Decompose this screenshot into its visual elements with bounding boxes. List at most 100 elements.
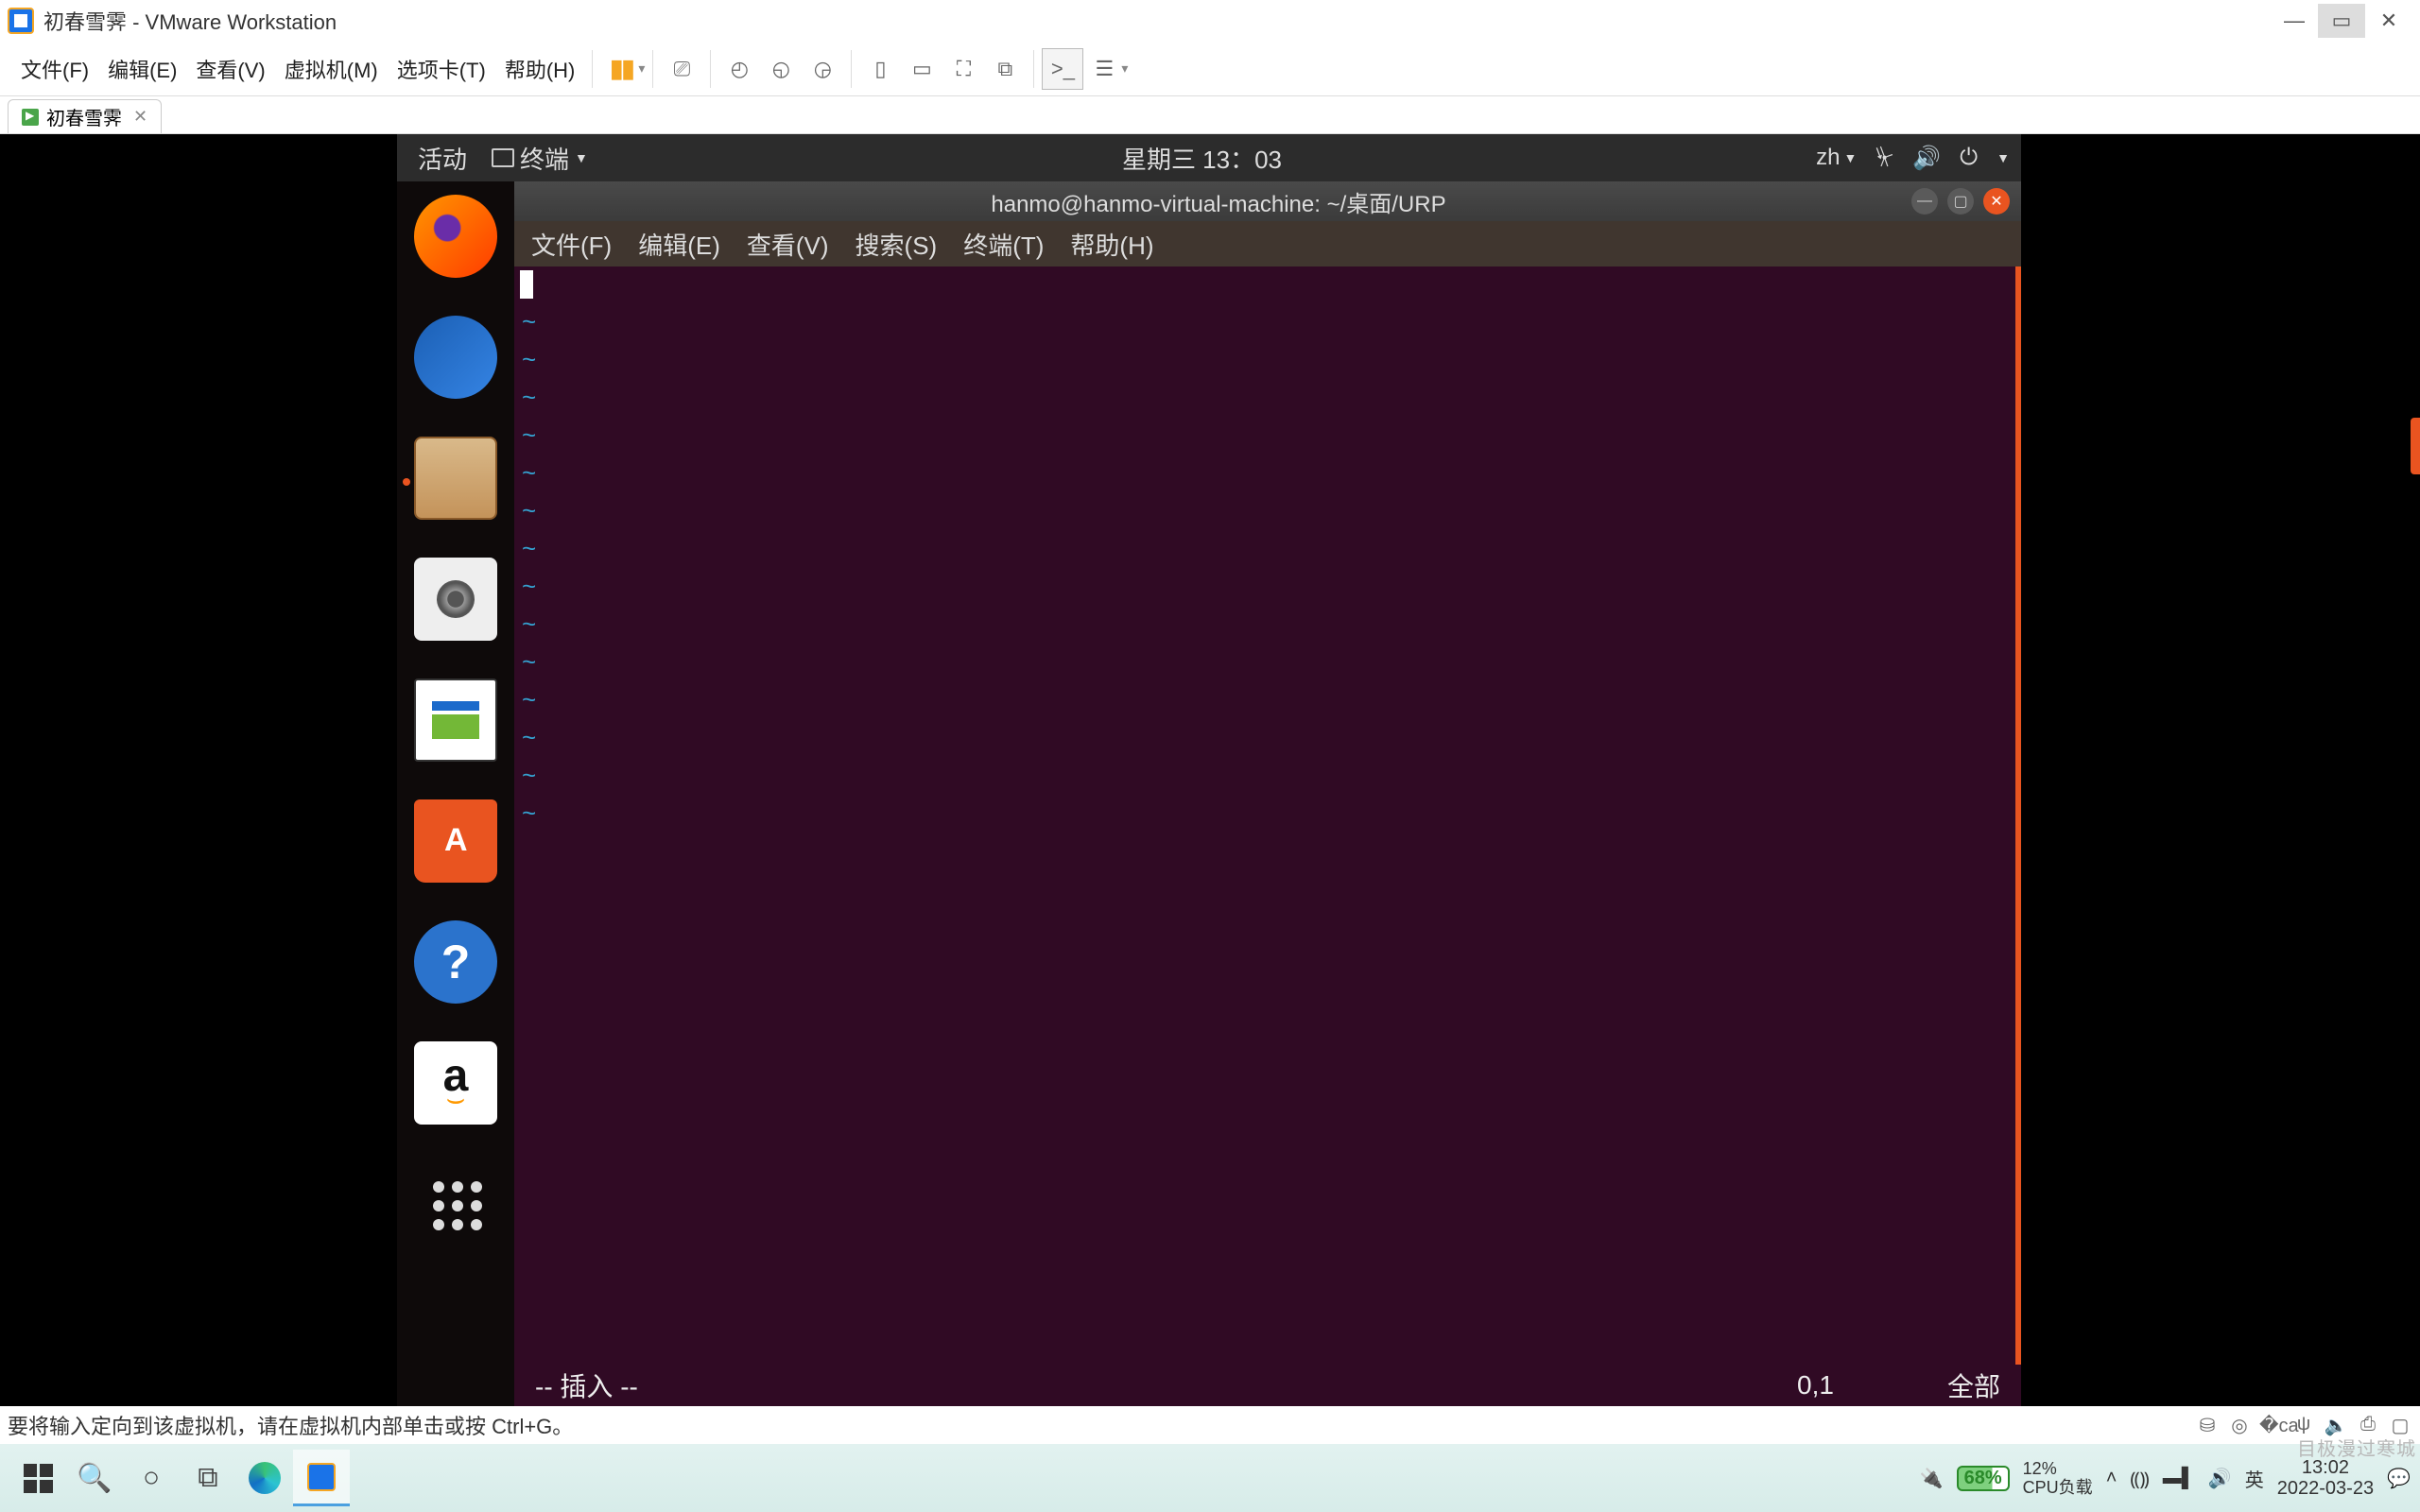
dock-show-applications-icon[interactable] bbox=[414, 1162, 497, 1246]
chevron-down-icon: ▼ bbox=[575, 150, 588, 165]
vm-power-dropdown[interactable]: ▾ bbox=[638, 60, 645, 77]
ubuntu-topbar: 活动 终端 ▼ 星期三 13：03 zh ▼ ⏧ 🔊 ⏻ ▼ bbox=[397, 134, 2021, 181]
vm-thumbnail-bar-icon[interactable]: ☰ bbox=[1083, 48, 1125, 90]
device-sound-icon[interactable]: 🔈 bbox=[2324, 1414, 2348, 1437]
tray-battery-icon[interactable]: ▬▌ bbox=[2163, 1468, 2195, 1489]
tray-volume-icon[interactable]: 🔊 bbox=[2208, 1467, 2232, 1490]
tray-clock[interactable]: 13:02 2022-03-23 bbox=[2277, 1457, 2374, 1499]
vmware-device-tray: ⛁ ◎ �са ψ 🔈 ⎙ ▢ bbox=[2195, 1414, 2412, 1437]
vm-snapshot-manage-icon[interactable]: ◶ bbox=[802, 48, 843, 90]
volume-icon[interactable]: 🔊 bbox=[1912, 145, 1941, 172]
window-maximize-button[interactable]: ▭ bbox=[2318, 4, 2365, 38]
vmware-menu-help[interactable]: 帮助(H) bbox=[495, 48, 585, 90]
vmware-menu-vm[interactable]: 虚拟机(M) bbox=[275, 48, 388, 90]
vm-snapshot-take-icon[interactable]: ◴ bbox=[718, 48, 760, 90]
vmware-menu-view[interactable]: 查看(V) bbox=[186, 48, 274, 90]
ubuntu-datetime[interactable]: 星期三 13：03 bbox=[603, 141, 1801, 176]
dock-rhythmbox-icon[interactable] bbox=[414, 558, 497, 641]
ubuntu-app-indicator-label: 终端 bbox=[520, 141, 569, 176]
vmware-menu-file[interactable]: 文件(F) bbox=[11, 48, 98, 90]
terminal-minimize-button[interactable]: — bbox=[1911, 188, 1938, 215]
guest-viewport[interactable]: 活动 终端 ▼ 星期三 13：03 zh ▼ ⏧ 🔊 ⏻ ▼ hanmo@ha bbox=[397, 134, 2021, 1406]
host-edge-marker bbox=[2411, 418, 2420, 474]
device-cd-icon[interactable]: ◎ bbox=[2227, 1414, 2252, 1437]
dock-amazon-icon[interactable] bbox=[414, 1041, 497, 1125]
terminal-menu-edit[interactable]: 编辑(E) bbox=[638, 227, 720, 262]
ubuntu-dock bbox=[397, 181, 514, 1406]
vmware-tab-active[interactable]: 初春雪霁 ✕ bbox=[8, 99, 162, 133]
vim-cursor bbox=[520, 270, 533, 299]
terminal-menu-view[interactable]: 查看(V) bbox=[747, 227, 829, 262]
vmware-titlebar: 初春雪霁 - VMware Workstation — ▭ ✕ bbox=[0, 0, 2420, 42]
vm-view-console-icon[interactable]: ▭ bbox=[901, 48, 942, 90]
vmware-logo-icon bbox=[8, 8, 34, 34]
vm-pause-button[interactable]: ▮▮ bbox=[600, 48, 642, 90]
taskbar-search-icon[interactable]: 🔍 bbox=[66, 1450, 123, 1506]
taskbar-systray: 🔌 68% 12% CPU负载 ˄ ⸨⸩ ▬▌ 🔊 英 13:02 2022-0… bbox=[1920, 1457, 2411, 1499]
taskbar-taskview-icon[interactable]: ⧉ bbox=[180, 1450, 236, 1506]
terminal-close-button[interactable]: ✕ bbox=[1983, 188, 2010, 215]
vim-mode-label: -- 插入 -- bbox=[535, 1366, 638, 1404]
terminal-icon bbox=[492, 148, 514, 167]
terminal-body[interactable]: ~~~~~~~~~~~~~~ bbox=[514, 266, 2015, 1365]
terminal-menu-terminal[interactable]: 终端(T) bbox=[963, 227, 1044, 262]
vmware-tab-close-icon[interactable]: ✕ bbox=[133, 107, 147, 127]
vim-status-line: -- 插入 -- 0,1 全部 bbox=[514, 1365, 2021, 1406]
dock-firefox-icon[interactable] bbox=[414, 195, 497, 278]
ubuntu-input-source-label: zh bbox=[1816, 145, 1840, 171]
terminal-titlebar[interactable]: hanmo@hanmo-virtual-machine: ~/桌面/URP — … bbox=[514, 181, 2021, 221]
ubuntu-app-indicator[interactable]: 终端 ▼ bbox=[492, 141, 588, 176]
gnome-terminal-window[interactable]: hanmo@hanmo-virtual-machine: ~/桌面/URP — … bbox=[514, 181, 2021, 1406]
tray-chevron-up-icon[interactable]: ˄ bbox=[2106, 1468, 2118, 1489]
vmware-menu-tabs[interactable]: 选项卡(T) bbox=[388, 48, 495, 90]
taskbar-vmware-icon[interactable] bbox=[293, 1450, 350, 1506]
vm-stretch-guest-icon[interactable]: >_ bbox=[1042, 48, 1083, 90]
terminal-menu-search[interactable]: 搜索(S) bbox=[856, 227, 938, 262]
power-icon[interactable]: ⏻ bbox=[1960, 145, 1978, 171]
tray-plug-icon[interactable]: 🔌 bbox=[1920, 1467, 1944, 1490]
vmware-window-title: 初春雪霁 - VMware Workstation bbox=[43, 6, 337, 36]
device-display-icon[interactable]: ▢ bbox=[2388, 1414, 2412, 1437]
vm-snapshot-revert-icon[interactable]: ◵ bbox=[760, 48, 802, 90]
ubuntu-activities-button[interactable]: 活动 bbox=[408, 137, 476, 180]
start-button[interactable] bbox=[9, 1450, 66, 1506]
ubuntu-input-source[interactable]: zh ▼ bbox=[1816, 145, 1857, 171]
tray-ime-label[interactable]: 英 bbox=[2245, 1465, 2264, 1492]
network-icon[interactable]: ⏧ bbox=[1876, 145, 1893, 171]
taskbar-cortana-icon[interactable]: ○ bbox=[123, 1450, 180, 1506]
tray-wifi-icon[interactable]: ⸨⸩ bbox=[2130, 1466, 2149, 1491]
device-printer-icon[interactable]: ⎙ bbox=[2356, 1414, 2380, 1437]
vm-view-single-icon[interactable]: ▯ bbox=[859, 48, 901, 90]
window-close-button[interactable]: ✕ bbox=[2365, 4, 2412, 38]
dock-ubuntu-software-icon[interactable] bbox=[414, 799, 497, 883]
tray-notifications-icon[interactable]: 💬 bbox=[2387, 1467, 2411, 1490]
terminal-maximize-button[interactable]: ▢ bbox=[1947, 188, 1974, 215]
window-minimize-button[interactable]: — bbox=[2271, 4, 2318, 38]
vm-unity-icon[interactable]: ⧉ bbox=[984, 48, 1026, 90]
dock-libreoffice-writer-icon[interactable] bbox=[414, 679, 497, 762]
terminal-menu-file[interactable]: 文件(F) bbox=[531, 227, 612, 262]
chevron-down-icon: ▼ bbox=[1996, 150, 2010, 165]
vmware-input-hint: 要将输入定向到该虚拟机，请在虚拟机内部单击或按 Ctrl+G。 bbox=[8, 1410, 2195, 1440]
device-usb-icon[interactable]: ψ bbox=[2291, 1414, 2316, 1437]
vmware-tab-label: 初春雪霁 bbox=[46, 103, 122, 130]
vm-thumbnail-dropdown[interactable]: ▾ bbox=[1121, 60, 1128, 77]
tray-date: 2022-03-23 bbox=[2277, 1478, 2374, 1499]
dock-help-icon[interactable] bbox=[414, 920, 497, 1004]
dock-thunderbird-icon[interactable] bbox=[414, 316, 497, 399]
vm-display-frame[interactable]: 活动 终端 ▼ 星期三 13：03 zh ▼ ⏧ 🔊 ⏻ ▼ hanmo@ha bbox=[0, 134, 2420, 1406]
vim-cursor-position: 0,1 bbox=[1797, 1370, 1834, 1400]
terminal-menu-help[interactable]: 帮助(H) bbox=[1070, 227, 1153, 262]
dock-files-icon[interactable] bbox=[414, 437, 497, 520]
dock-running-indicator bbox=[403, 478, 410, 486]
terminal-title: hanmo@hanmo-virtual-machine: ~/桌面/URP bbox=[526, 185, 1911, 218]
taskbar-edge-icon[interactable] bbox=[236, 1450, 293, 1506]
vm-fullscreen-icon[interactable]: ⛶ bbox=[942, 48, 984, 90]
vmware-menu-edit[interactable]: 编辑(E) bbox=[98, 48, 186, 90]
vm-send-ctrl-alt-del-icon[interactable]: ⎚ bbox=[661, 48, 702, 90]
device-hdd-icon[interactable]: ⛁ bbox=[2195, 1414, 2220, 1437]
device-network-icon[interactable]: �са bbox=[2259, 1414, 2284, 1437]
tray-battery-widget[interactable]: 68% bbox=[1957, 1466, 2010, 1491]
terminal-scroll-edge bbox=[2015, 266, 2021, 1365]
tray-cpu-widget[interactable]: 12% CPU负载 bbox=[2023, 1459, 2093, 1497]
